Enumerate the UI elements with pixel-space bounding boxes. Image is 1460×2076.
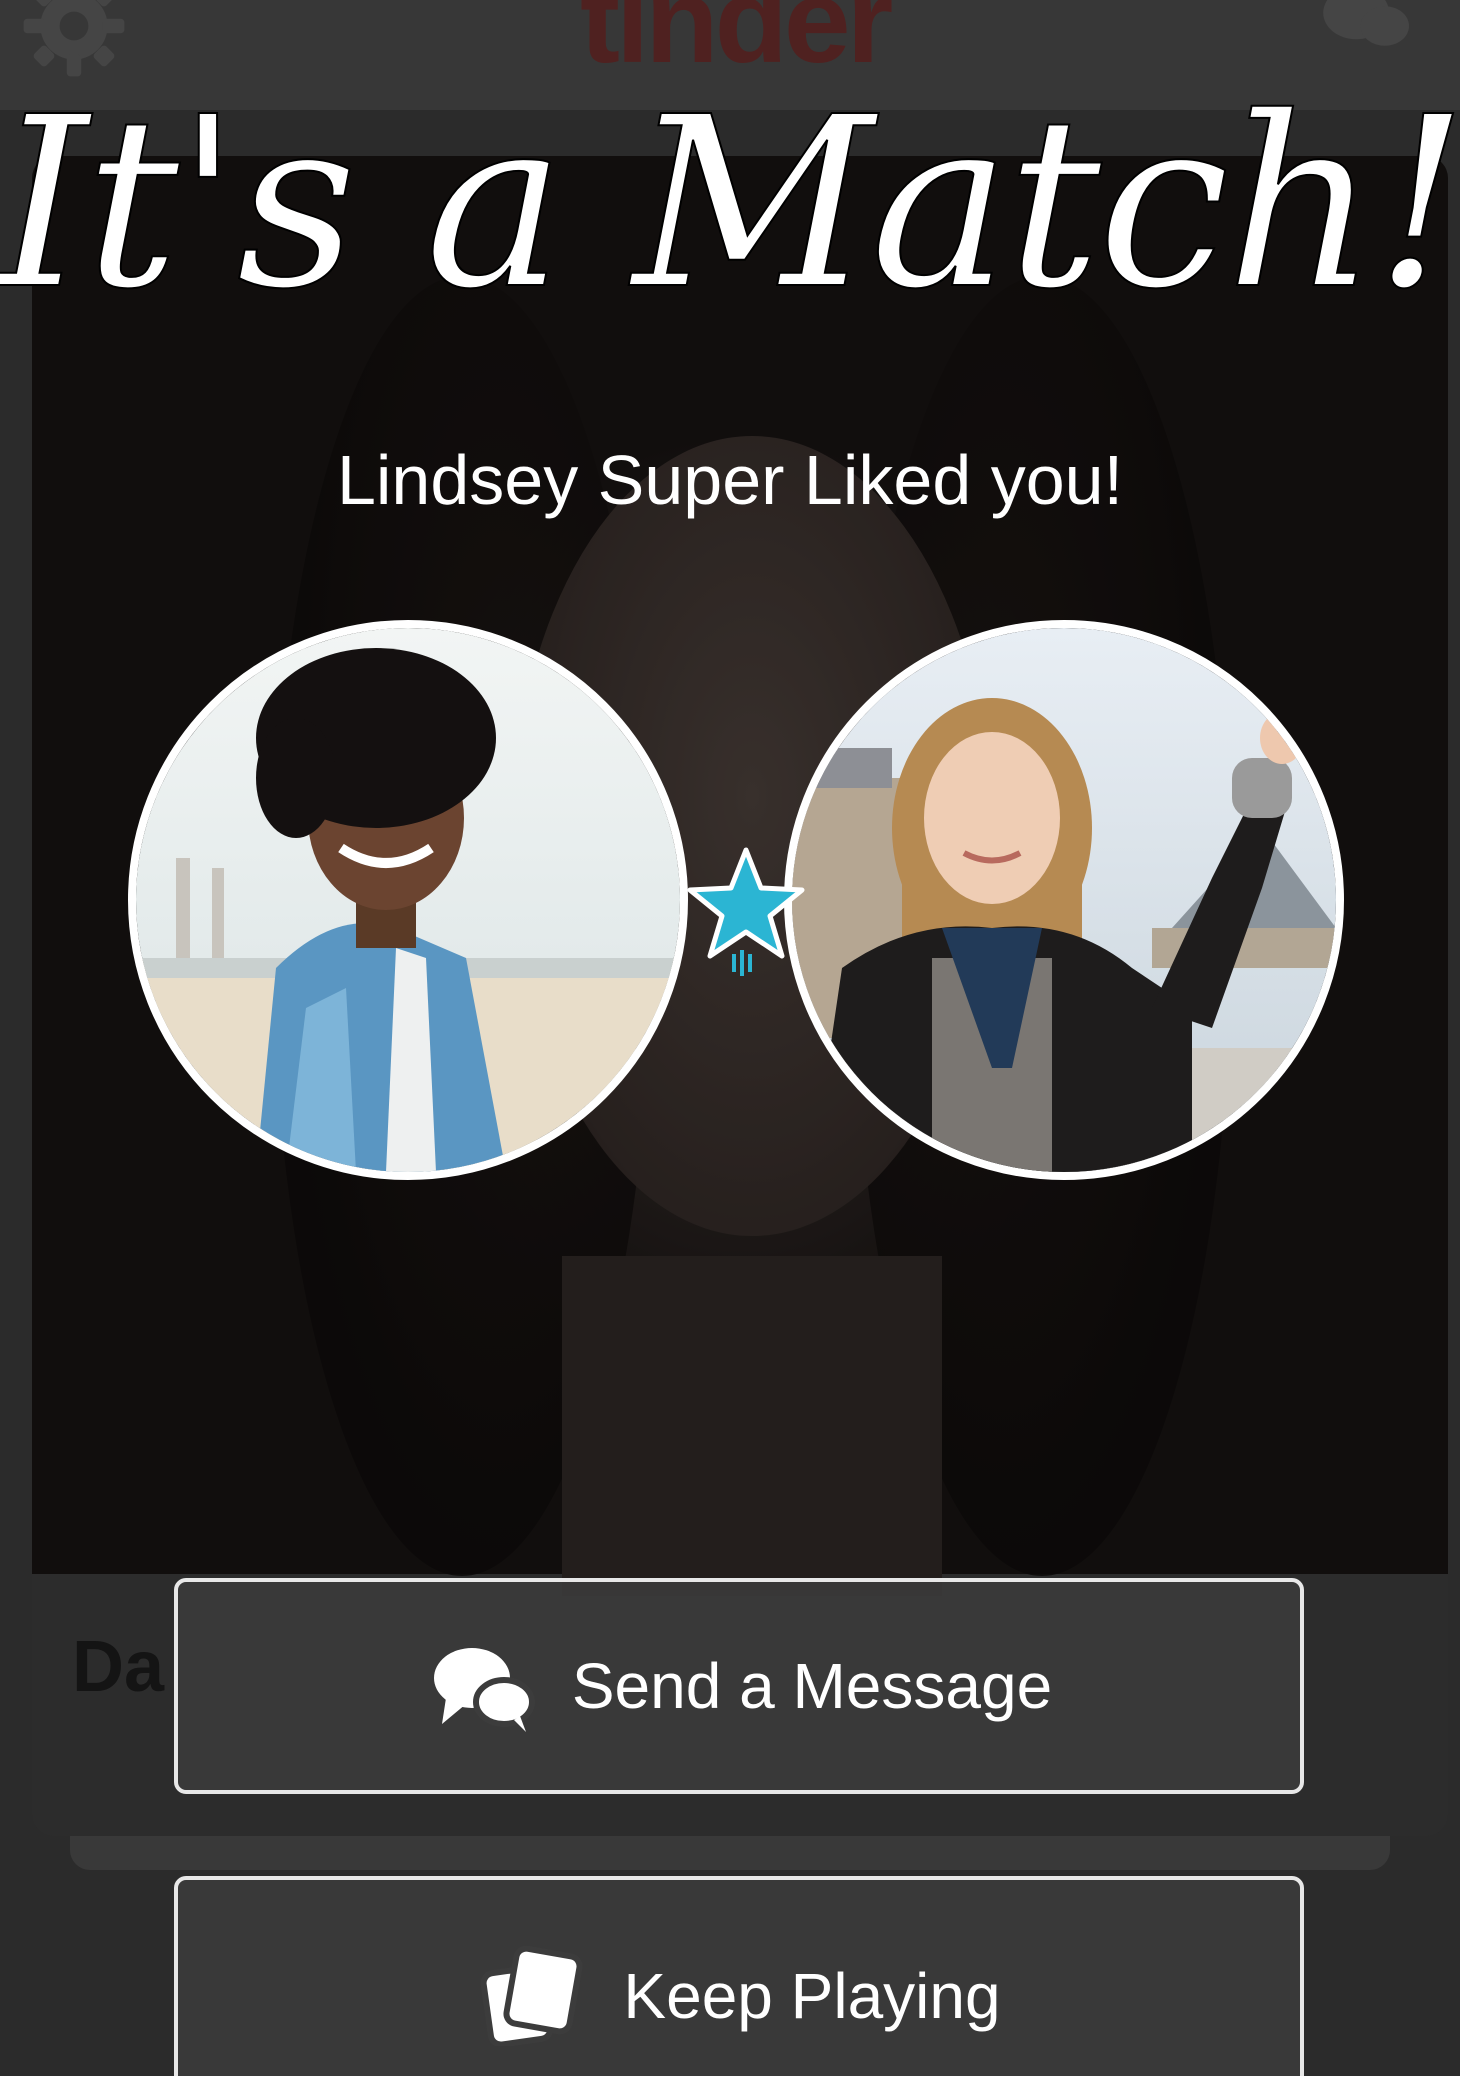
keep-playing-label: Keep Playing <box>623 1960 1001 2032</box>
match-subtitle: Lindsey Super Liked you! <box>336 441 1124 519</box>
lindsey-avatar <box>784 620 1344 1180</box>
keep-playing-button[interactable]: Keep Playing <box>174 1876 1304 2076</box>
send-message-label: Send a Message <box>571 1650 1053 1722</box>
match-screen: tinder Da It's a Match! Lindsey Super Li… <box>0 0 1460 2076</box>
star-icon <box>687 847 805 976</box>
cards-icon <box>480 1946 583 2046</box>
send-message-button[interactable]: Send a Message <box>174 1578 1304 1794</box>
match-title: It's a Match! <box>0 65 1460 342</box>
chat-bubbles-icon <box>433 1648 535 1732</box>
svg-text:It's a Match!: It's a Match! <box>0 66 1460 341</box>
user-avatar <box>128 620 688 1180</box>
